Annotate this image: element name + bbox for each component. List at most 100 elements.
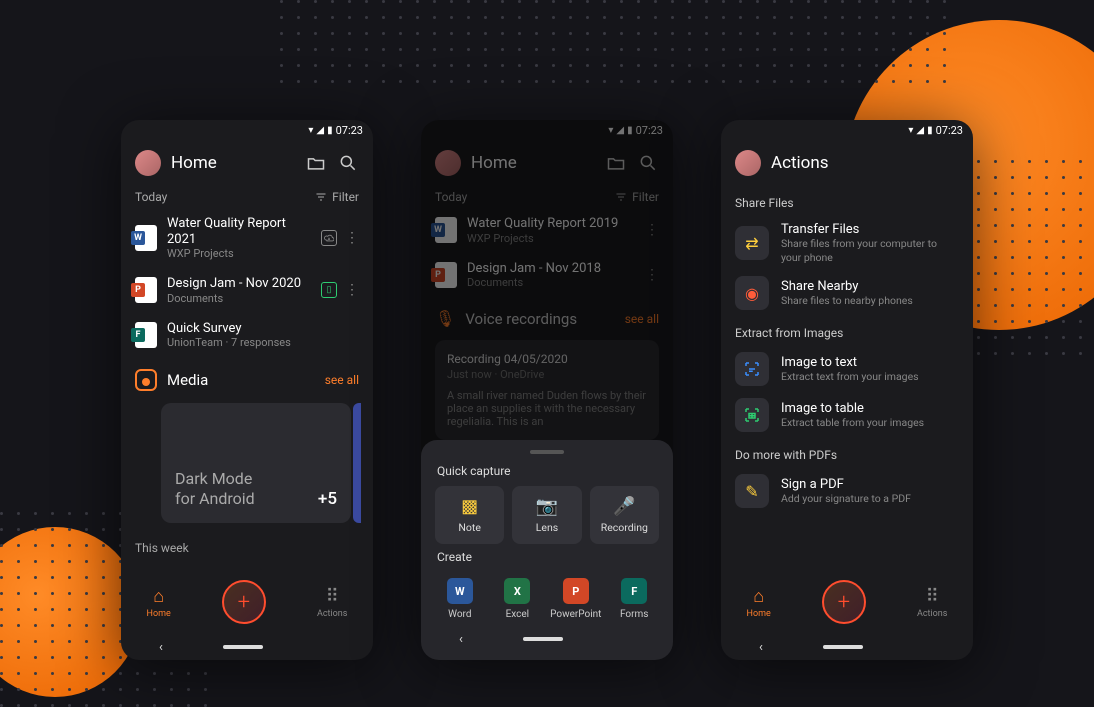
action-share-nearby[interactable]: ◉ Share Nearby Share files to nearby pho… xyxy=(721,270,973,316)
more-icon[interactable]: ⋮ xyxy=(645,223,659,237)
filter-button[interactable]: Filter xyxy=(615,190,659,204)
create-forms[interactable]: F Forms xyxy=(609,572,659,626)
file-row[interactable]: P Design Jam - Nov 2018 Documents ⋮ xyxy=(427,253,667,298)
capture-lens[interactable]: 📷 Lens xyxy=(512,486,581,544)
file-subtitle: WXP Projects xyxy=(167,247,311,260)
mic-icon: 🎙 xyxy=(435,309,455,328)
action-transfer-files[interactable]: ⇄ Transfer Files Share files from your c… xyxy=(721,216,973,270)
signal-icon: ◢ xyxy=(316,125,323,136)
nav-actions[interactable]: ⠿ Actions xyxy=(917,586,947,619)
home-icon: ⌂ xyxy=(153,586,164,607)
action-image-to-text[interactable]: Image to text Extract text from your ima… xyxy=(721,346,973,392)
android-nav: ‹ xyxy=(721,634,973,660)
status-time: 07:23 xyxy=(336,124,363,137)
fab-add[interactable]: + xyxy=(222,580,266,624)
signal-icon: ◢ xyxy=(916,125,923,136)
android-nav: ‹ xyxy=(121,634,373,660)
action-subtitle: Share files to nearby phones xyxy=(781,294,913,308)
back-icon[interactable]: ‹ xyxy=(459,632,463,647)
filter-label: Filter xyxy=(332,190,359,204)
nav-home[interactable]: ⌂ Home xyxy=(747,586,771,619)
fab-add[interactable]: + xyxy=(822,580,866,624)
bottom-sheet: Quick capture ▩ Note 📷 Lens 🎤 Recording … xyxy=(421,440,673,660)
filter-button[interactable]: Filter xyxy=(315,190,359,204)
nav-actions[interactable]: ⠿ Actions xyxy=(317,586,347,619)
search-icon[interactable] xyxy=(337,152,359,174)
wifi-icon: ▾ xyxy=(608,125,612,136)
home-pill[interactable] xyxy=(223,645,263,649)
filter-icon xyxy=(315,191,327,203)
filter-icon xyxy=(615,191,627,203)
create-excel[interactable]: X Excel xyxy=(493,572,543,626)
capture-recording[interactable]: 🎤 Recording xyxy=(590,486,659,544)
wifi-icon: ▾ xyxy=(308,125,312,136)
avatar[interactable] xyxy=(135,150,161,176)
app-label: Word xyxy=(448,609,471,620)
back-icon[interactable]: ‹ xyxy=(159,640,163,655)
folder-icon[interactable] xyxy=(605,152,627,174)
file-name: Water Quality Report 2019 xyxy=(467,216,635,232)
status-bar: ▾ ◢ ▮ 07:23 xyxy=(721,120,973,140)
action-image-to-table[interactable]: Image to table Extract table from your i… xyxy=(721,392,973,438)
media-card[interactable]: Dark Mode for Android +5 xyxy=(161,403,351,523)
media-see-all[interactable]: see all xyxy=(325,373,359,387)
actions-icon: ⠿ xyxy=(326,586,339,607)
quick-capture-label: Quick capture xyxy=(437,464,659,478)
folder-icon[interactable] xyxy=(305,152,327,174)
mic-icon: 🎤 xyxy=(613,496,635,517)
section-extract: Extract from Images xyxy=(721,316,973,346)
file-row[interactable]: P Design Jam - Nov 2020 Documents ▯ ⋮ xyxy=(127,268,367,313)
app-header: Actions xyxy=(721,140,973,186)
home-pill[interactable] xyxy=(523,637,563,641)
file-row[interactable]: W Water Quality Report 2019 WXP Projects… xyxy=(427,208,667,253)
bottom-nav: ⌂ Home + ⠿ Actions xyxy=(721,574,973,634)
file-subtitle: UnionTeam · 7 responses xyxy=(167,336,359,349)
back-icon[interactable]: ‹ xyxy=(759,640,763,655)
device-available-icon[interactable]: ▯ xyxy=(321,282,337,298)
home-icon: ⌂ xyxy=(753,586,764,607)
search-icon[interactable] xyxy=(637,152,659,174)
home-pill[interactable] xyxy=(823,645,863,649)
file-subtitle: Documents xyxy=(167,292,311,305)
powerpoint-icon: P xyxy=(435,262,457,288)
nav-home[interactable]: ⌂ Home xyxy=(147,586,171,619)
file-name: Quick Survey xyxy=(167,321,359,337)
word-icon: W xyxy=(447,578,473,604)
app-label: PowerPoint xyxy=(550,609,601,620)
more-icon[interactable]: ⋮ xyxy=(345,231,359,245)
wifi-icon: ▾ xyxy=(908,125,912,136)
this-week-label: This week xyxy=(121,523,373,555)
create-powerpoint[interactable]: P PowerPoint xyxy=(550,572,601,626)
action-subtitle: Extract table from your images xyxy=(781,416,924,430)
more-icon[interactable]: ⋮ xyxy=(645,268,659,282)
action-sign-pdf[interactable]: ✎ Sign a PDF Add your signature to a PDF xyxy=(721,468,973,514)
file-row[interactable]: F Quick Survey UnionTeam · 7 responses xyxy=(127,313,367,358)
voice-card-title: Recording 04/05/2020 xyxy=(447,352,647,366)
sheet-handle[interactable] xyxy=(530,450,564,454)
phone-home: ▾ ◢ ▮ 07:23 Home Today Filter W xyxy=(121,120,373,660)
nav-home-label: Home xyxy=(147,609,171,619)
voice-card[interactable]: Recording 04/05/2020 Just now · OneDrive… xyxy=(435,340,659,440)
capture-note[interactable]: ▩ Note xyxy=(435,486,504,544)
file-row[interactable]: W Water Quality Report 2021 WXP Projects… xyxy=(127,208,367,268)
status-bar: ▾ ◢ ▮ 07:23 xyxy=(421,120,673,140)
create-word[interactable]: W Word xyxy=(435,572,485,626)
voice-see-all[interactable]: see all xyxy=(625,312,659,326)
avatar[interactable] xyxy=(735,150,761,176)
battery-icon: ▮ xyxy=(927,125,932,136)
filter-label: Filter xyxy=(632,190,659,204)
action-title: Sign a PDF xyxy=(781,477,911,492)
more-icon[interactable]: ⋮ xyxy=(345,283,359,297)
phone-quick-capture: ▾ ◢ ▮ 07:23 Home Today Filter W xyxy=(421,120,673,660)
action-title: Transfer Files xyxy=(781,222,959,237)
voice-card-body: A small river named Duden flows by their… xyxy=(447,389,647,428)
action-title: Share Nearby xyxy=(781,279,913,294)
excel-icon: X xyxy=(504,578,530,604)
subheader-today: Today xyxy=(435,190,467,204)
cloud-download-icon[interactable] xyxy=(321,230,337,246)
avatar[interactable] xyxy=(435,150,461,176)
capture-label: Lens xyxy=(536,521,558,534)
file-subtitle: WXP Projects xyxy=(467,232,635,245)
forms-icon: F xyxy=(135,322,157,348)
screen-title: Home xyxy=(471,153,595,173)
